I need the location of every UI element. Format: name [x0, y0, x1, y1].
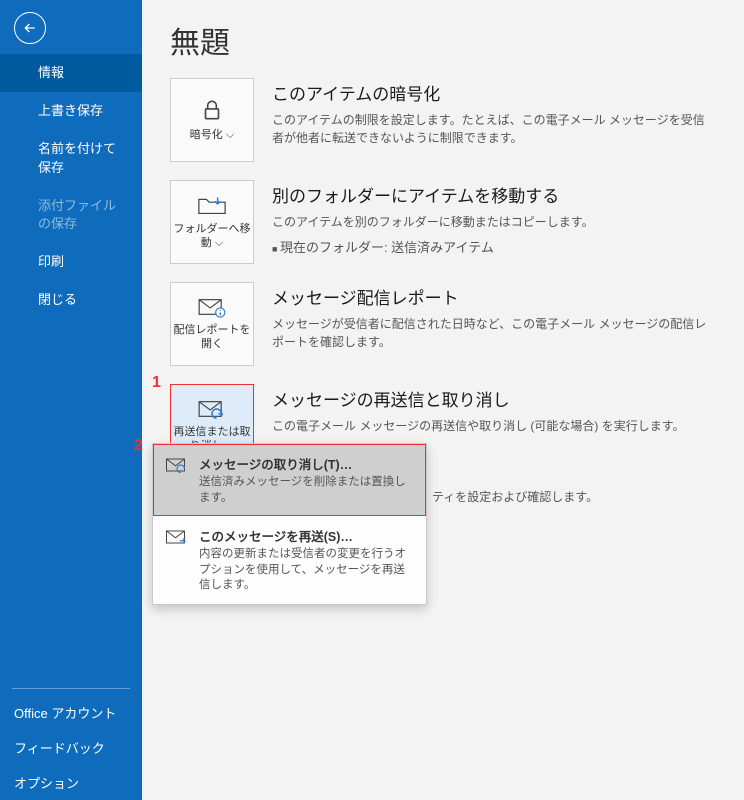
- sidebar-item-close[interactable]: 閉じる: [0, 281, 142, 319]
- move-tile[interactable]: フォルダーへ移動 ⌵: [170, 180, 254, 264]
- sidebar-item-feedback[interactable]: フィードバック: [0, 730, 142, 765]
- sidebar-item-info[interactable]: 情報: [0, 54, 142, 92]
- encrypt-heading: このアイテムの暗号化: [272, 80, 716, 105]
- envelope-resend-icon: [197, 398, 227, 420]
- resend-desc: この電子メール メッセージの再送信や取り消し (可能な場合) を実行します。: [272, 417, 716, 435]
- menu-resend-desc: 内容の更新または受信者の変更を行うオプションを使用して、メッセージを再送信します…: [199, 547, 414, 594]
- resend-recall-menu: メッセージの取り消し(T)… 送信済みメッセージを削除または置換します。 このメ…: [152, 443, 427, 605]
- sidebar: 情報 上書き保存 名前を付けて保存 添付ファイルの保存 印刷 閉じる Offic…: [0, 0, 142, 800]
- report-tile-label: 配信レポートを開く: [171, 324, 253, 352]
- menu-item-recall[interactable]: メッセージの取り消し(T)… 送信済みメッセージを削除または置換します。: [153, 444, 426, 516]
- section-encrypt: 暗号化 ⌵ このアイテムの暗号化 このアイテムの制限を設定します。たとえば、この…: [170, 78, 716, 162]
- sidebar-item-save-attachments: 添付ファイルの保存: [0, 187, 142, 243]
- report-heading: メッセージ配信レポート: [272, 284, 716, 309]
- section-move: フォルダーへ移動 ⌵ 別のフォルダーにアイテムを移動する このアイテムを別のフォ…: [170, 180, 716, 264]
- envelope-recall-icon: [165, 456, 189, 474]
- sidebar-divider: [12, 688, 130, 689]
- move-desc: このアイテムを別のフォルダーに移動またはコピーします。: [272, 213, 716, 231]
- sidebar-item-options[interactable]: オプション: [0, 765, 142, 800]
- partial-text: ティを設定および確認します。: [432, 488, 598, 505]
- menu-resend-title: このメッセージを再送(S)…: [199, 526, 414, 545]
- lock-icon: [199, 97, 225, 123]
- move-current-folder: 現在のフォルダー: 送信済みアイテム: [272, 237, 716, 256]
- main-content: 無題 暗号化 ⌵ このアイテムの暗号化 このアイテムの制限を設定します。たとえば…: [142, 0, 744, 800]
- back-button[interactable]: [14, 12, 46, 44]
- sidebar-item-saveas[interactable]: 名前を付けて保存: [0, 130, 142, 186]
- section-report: 配信レポートを開く メッセージ配信レポート メッセージが受信者に配信された日時な…: [170, 282, 716, 366]
- menu-item-resend[interactable]: このメッセージを再送(S)… 内容の更新または受信者の変更を行うオプションを使用…: [153, 516, 426, 604]
- resend-heading: メッセージの再送信と取り消し: [272, 386, 716, 411]
- arrow-left-icon: [22, 20, 38, 36]
- envelope-info-icon: [197, 296, 227, 318]
- report-desc: メッセージが受信者に配信された日時など、この電子メール メッセージの配信レポート…: [272, 315, 716, 351]
- callout-1: 1: [152, 374, 161, 392]
- sidebar-item-office-account[interactable]: Office アカウント: [0, 695, 142, 730]
- encrypt-desc: このアイテムの制限を設定します。たとえば、この電子メール メッセージを受信者が他…: [272, 111, 716, 147]
- move-heading: 別のフォルダーにアイテムを移動する: [272, 182, 716, 207]
- move-tile-label: フォルダーへ移動 ⌵: [171, 223, 253, 251]
- folder-move-icon: [197, 193, 227, 217]
- sidebar-item-print[interactable]: 印刷: [0, 243, 142, 281]
- report-tile[interactable]: 配信レポートを開く: [170, 282, 254, 366]
- encrypt-tile[interactable]: 暗号化 ⌵: [170, 78, 254, 162]
- encrypt-tile-label: 暗号化 ⌵: [190, 129, 234, 143]
- menu-recall-desc: 送信済みメッセージを削除または置換します。: [199, 475, 414, 506]
- sidebar-item-save[interactable]: 上書き保存: [0, 92, 142, 130]
- page-title: 無題: [170, 18, 716, 62]
- menu-recall-title: メッセージの取り消し(T)…: [199, 454, 414, 473]
- envelope-forward-icon: [165, 528, 189, 546]
- callout-2: 2: [134, 437, 143, 455]
